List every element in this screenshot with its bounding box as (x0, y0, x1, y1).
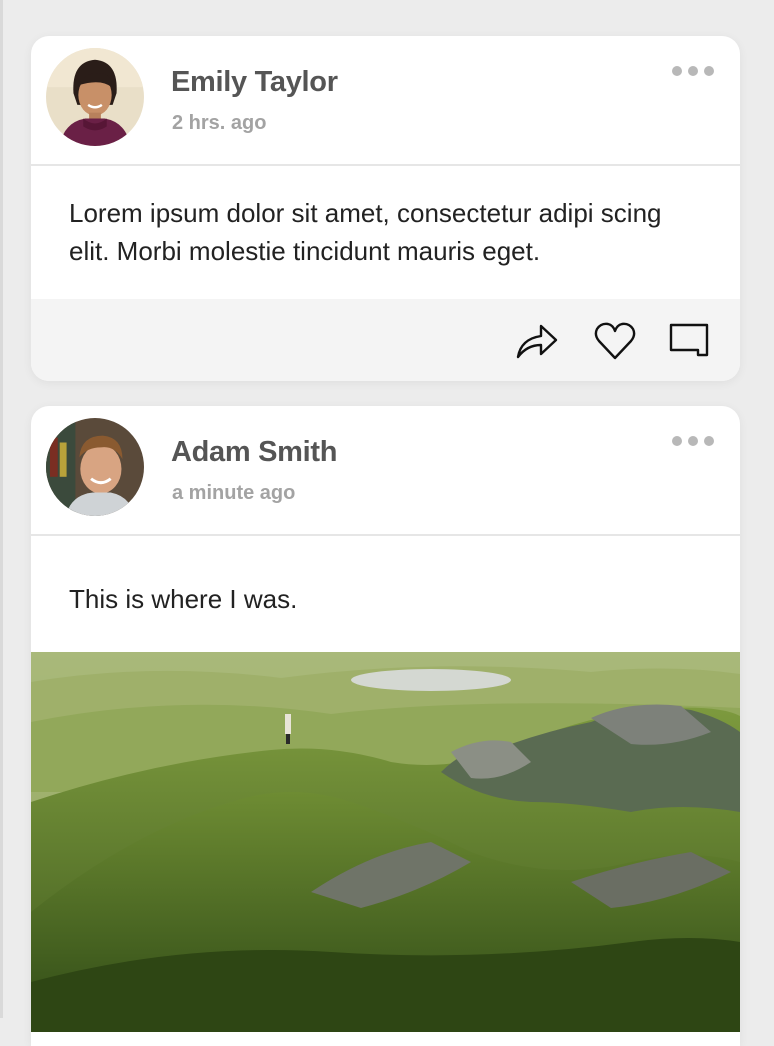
dot-icon (672, 66, 682, 76)
post-text: This is where I was. (69, 584, 298, 614)
dot-icon (704, 66, 714, 76)
author-name[interactable]: Adam Smith (171, 436, 337, 469)
man-portrait-icon (46, 418, 144, 516)
post-image[interactable] (31, 652, 740, 1032)
post-card: Emily Taylor 2 hrs. ago Lorem ipsum dolo… (31, 36, 740, 381)
post-text: Lorem ipsum dolor sit amet, consectetur … (69, 198, 662, 266)
post-timestamp: 2 hrs. ago (172, 112, 267, 134)
dot-icon (672, 436, 682, 446)
screen-edge (0, 0, 3, 1018)
dot-icon (704, 436, 714, 446)
dot-icon (688, 436, 698, 446)
post-body: Lorem ipsum dolor sit amet, consectetur … (31, 166, 740, 298)
post-card: Adam Smith a minute ago This is where I … (31, 406, 740, 1046)
comment-icon[interactable] (667, 321, 711, 361)
post-header: Adam Smith a minute ago (31, 406, 740, 536)
more-options-button[interactable] (672, 64, 714, 78)
landscape-photo (31, 652, 740, 1032)
more-options-button[interactable] (672, 434, 714, 448)
woman-portrait-icon (46, 48, 144, 146)
post-header: Emily Taylor 2 hrs. ago (31, 36, 740, 166)
post-body: This is where I was. (31, 536, 740, 650)
post-timestamp: a minute ago (172, 482, 296, 504)
heart-icon[interactable] (593, 321, 637, 361)
author-name[interactable]: Emily Taylor (171, 66, 338, 99)
share-icon[interactable] (515, 321, 559, 361)
dot-icon (688, 66, 698, 76)
action-bar (31, 299, 740, 381)
avatar[interactable] (46, 48, 144, 146)
avatar[interactable] (46, 418, 144, 516)
